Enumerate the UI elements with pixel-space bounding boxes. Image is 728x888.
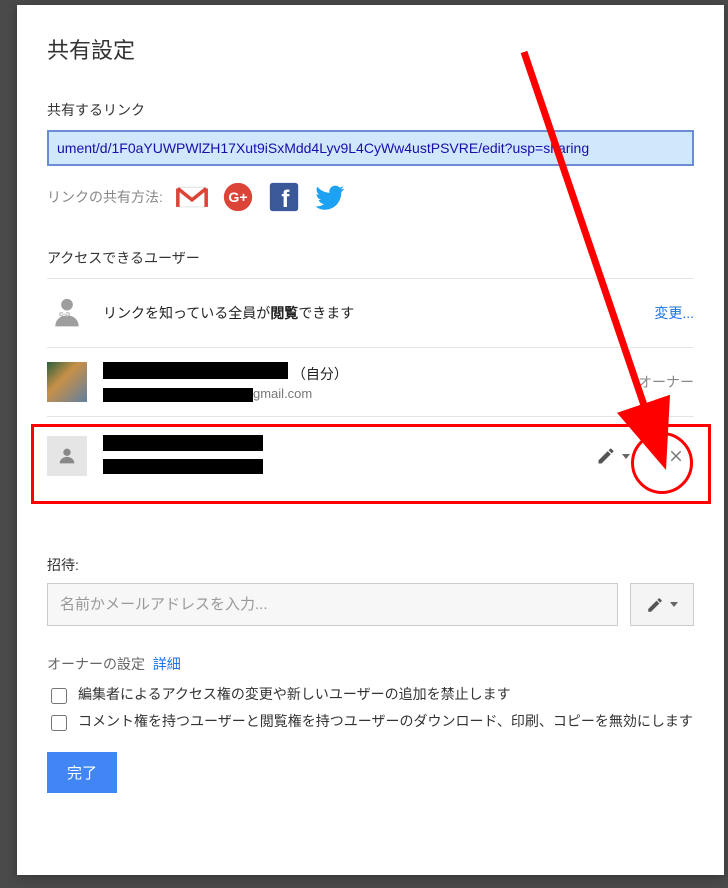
pencil-icon <box>646 596 664 614</box>
invite-input[interactable] <box>47 583 618 626</box>
owner-settings-details-link[interactable]: 詳細 <box>153 656 181 672</box>
checkbox1-label: 編集者によるアクセス権の変更や新しいユーザーの追加を禁止します <box>78 684 511 705</box>
close-icon <box>667 447 685 465</box>
owner-email-line: gmail.com <box>103 386 622 402</box>
invite-permission-dropdown[interactable] <box>630 583 694 626</box>
collaborator-permission-dropdown[interactable] <box>596 446 630 466</box>
access-section-label: アクセスできるユーザー <box>47 248 694 268</box>
public-bold: 閲覧 <box>270 305 298 321</box>
collaborator-avatar <box>47 436 87 476</box>
link-public-icon <box>47 293 87 333</box>
owner-role-label: オーナー <box>638 372 694 392</box>
checkbox-prevent-editor-changes[interactable] <box>51 688 67 704</box>
chevron-down-icon <box>622 454 630 459</box>
access-row-owner: （自分） gmail.com オーナー <box>47 347 694 416</box>
owner-name-redacted <box>103 362 288 379</box>
checkbox-disable-download[interactable] <box>51 715 67 731</box>
public-prefix: リンクを知っている全員が <box>103 305 270 321</box>
svg-text:f: f <box>281 186 290 213</box>
share-settings-dialog: 共有設定 共有するリンク リンクの共有方法: G+ f アクセスできるユーザー … <box>17 5 724 875</box>
twitter-icon[interactable] <box>313 180 347 214</box>
owner-settings-prefix: オーナーの設定 <box>47 656 145 672</box>
facebook-icon[interactable]: f <box>267 180 301 214</box>
access-list: リンクを知っている全員が閲覧できます 変更... （自分） gmail.com … <box>47 278 694 495</box>
owner-avatar <box>47 362 87 402</box>
collab-name-redacted <box>103 435 263 451</box>
chevron-down-icon <box>670 602 678 607</box>
collab-name-line <box>103 435 580 454</box>
owner-email-suffix: gmail.com <box>253 386 312 401</box>
pencil-icon <box>596 446 616 466</box>
invite-label: 招待: <box>47 555 694 575</box>
gmail-icon[interactable] <box>175 180 209 214</box>
link-section-label: 共有するリンク <box>47 100 694 120</box>
done-button[interactable]: 完了 <box>47 752 117 793</box>
invite-block: 招待: オーナーの設定 詳細 編集者によるアクセス権の変更や新しいユーザーの追加… <box>47 555 694 793</box>
checkbox-row-1[interactable]: 編集者によるアクセス権の変更や新しいユーザーの追加を禁止します <box>47 684 694 707</box>
owner-settings-line: オーナーの設定 詳細 <box>47 654 694 674</box>
svg-text:G+: G+ <box>228 190 247 206</box>
collab-email-redacted <box>103 459 263 474</box>
checkbox2-label: コメント権を持つユーザーと閲覧権を持つユーザーのダウンロード、印刷、コピーを無効… <box>78 711 693 732</box>
access-row-public-text: リンクを知っている全員が閲覧できます <box>103 303 638 323</box>
public-suffix: できます <box>298 305 354 321</box>
share-link-input[interactable] <box>47 130 694 166</box>
checkbox-row-2[interactable]: コメント権を持つユーザーと閲覧権を持つユーザーのダウンロード、印刷、コピーを無効… <box>47 711 694 734</box>
change-link[interactable]: 変更... <box>654 303 694 323</box>
access-row-collaborator <box>47 416 694 495</box>
owner-name-line: （自分） <box>103 362 622 384</box>
share-via-label: リンクの共有方法: <box>47 187 163 207</box>
remove-collaborator-button[interactable] <box>658 438 694 474</box>
dialog-title: 共有設定 <box>47 33 694 65</box>
google-plus-icon[interactable]: G+ <box>221 180 255 214</box>
owner-self-suffix: （自分） <box>292 366 348 382</box>
share-via-row: リンクの共有方法: G+ f <box>47 180 694 214</box>
access-row-public: リンクを知っている全員が閲覧できます 変更... <box>47 278 694 347</box>
owner-email-redacted <box>103 388 253 402</box>
